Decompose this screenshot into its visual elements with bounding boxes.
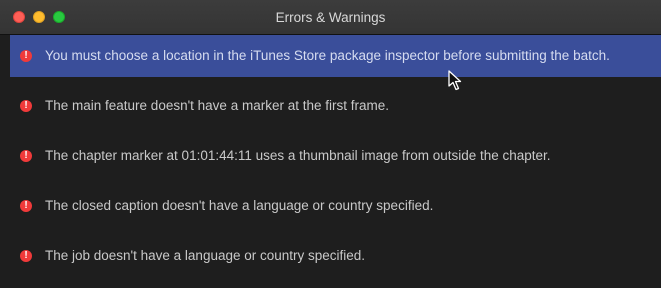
- error-icon: !: [20, 150, 32, 162]
- error-icon: !: [20, 50, 32, 62]
- issues-list[interactable]: ! You must choose a location in the iTun…: [10, 35, 661, 288]
- error-icon: !: [20, 100, 32, 112]
- mouse-pointer-icon: [448, 70, 462, 91]
- issue-message: The chapter marker at 01:01:44:11 uses a…: [45, 148, 551, 163]
- issue-row[interactable]: ! The closed caption doesn't have a lang…: [10, 185, 661, 227]
- issue-message: The closed caption doesn't have a langua…: [45, 198, 434, 213]
- issue-message: You must choose a location in the iTunes…: [45, 48, 610, 63]
- issue-row[interactable]: ! The main feature doesn't have a marker…: [10, 85, 661, 127]
- error-icon: !: [20, 200, 32, 212]
- window-title: Errors & Warnings: [275, 10, 386, 25]
- error-icon: !: [20, 250, 32, 262]
- issue-row[interactable]: ! The job doesn't have a language or cou…: [10, 235, 661, 277]
- issue-message: The main feature doesn't have a marker a…: [45, 98, 389, 113]
- issue-row[interactable]: ! You must choose a location in the iTun…: [10, 35, 661, 77]
- errors-warnings-window: Errors & Warnings ! You must choose a lo…: [0, 0, 661, 288]
- title-bar[interactable]: Errors & Warnings: [0, 0, 661, 35]
- issue-message: The job doesn't have a language or count…: [45, 248, 366, 263]
- issue-row[interactable]: ! The chapter marker at 01:01:44:11 uses…: [10, 135, 661, 177]
